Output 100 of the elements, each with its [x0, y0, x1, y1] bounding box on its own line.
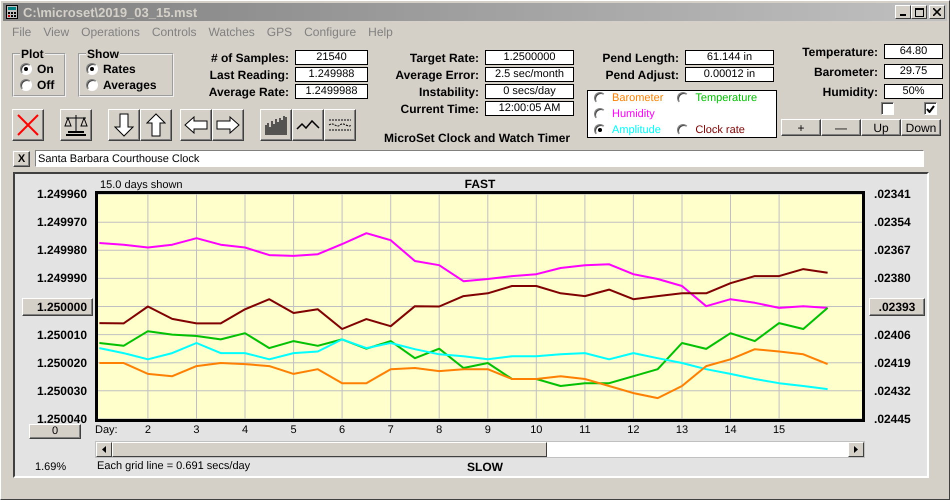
- value-field: 61.144 in: [685, 50, 774, 65]
- axis-tick-label: 2: [144, 424, 151, 436]
- axis-tick-label: 15: [772, 424, 786, 436]
- bar-plot-button[interactable]: [260, 109, 292, 141]
- value-field: 12:00:05 AM: [485, 101, 574, 116]
- radio-label[interactable]: Clock rate: [695, 124, 745, 136]
- value-field: 1.249988: [295, 67, 368, 82]
- field-label: Pend Length:: [601, 50, 679, 64]
- down-arrow-icon: [114, 113, 134, 137]
- bar-chart-icon: [265, 115, 287, 135]
- value-field: 1.2499988: [295, 84, 368, 99]
- group-title: Show: [86, 47, 120, 61]
- value-field: 2.5 sec/month: [485, 67, 574, 82]
- left-arrow-icon: [184, 116, 208, 134]
- axis-tick-label: 4: [242, 424, 248, 436]
- app-caption: MicroSet Clock and Watch Timer: [384, 131, 572, 145]
- field-label: Target Rate:: [408, 50, 479, 64]
- wavy-lines-icon: [328, 118, 352, 132]
- axis-tick-label: .02445: [874, 410, 911, 428]
- value-field: 0.00012 in: [685, 67, 774, 82]
- scroll-right-button[interactable]: [848, 442, 864, 457]
- field-label: Average Error:: [394, 68, 479, 82]
- axis-tick-label: 1.249960: [36, 186, 87, 204]
- slow-label: SLOW: [467, 460, 503, 474]
- axis-tick-label: 14: [724, 424, 737, 436]
- axis-tick-label: .02406: [874, 326, 911, 344]
- radio-button[interactable]: [20, 63, 32, 75]
- close-icon: [933, 8, 941, 16]
- clock-name-field[interactable]: Santa Barbara Courthouse Clock: [35, 150, 924, 167]
- adjust-button[interactable]: —: [821, 119, 861, 136]
- right-arrow-icon: [216, 116, 240, 134]
- field-label: Temperature:: [801, 44, 878, 58]
- field-label: Last Reading:: [208, 68, 289, 82]
- line-plot-button[interactable]: [292, 109, 324, 141]
- axis-tick-label: 7: [388, 424, 394, 436]
- radio-button[interactable]: [86, 63, 98, 75]
- delete-button[interactable]: [12, 109, 44, 141]
- axis-title: Day:: [95, 424, 118, 436]
- axis-tick-label: .02354: [874, 214, 911, 232]
- adjust-button[interactable]: Down: [901, 119, 941, 136]
- axis-tick-label: .02380: [874, 270, 911, 288]
- axis-tick-label: 1.250020: [36, 354, 87, 372]
- axis-tick-label: 12: [627, 424, 640, 436]
- maximize-button[interactable]: [911, 5, 927, 19]
- radio-label[interactable]: Off: [37, 78, 54, 92]
- axis-tick-label: 13: [676, 424, 688, 436]
- x-mark-icon: [16, 113, 40, 137]
- percent-label: 1.69%: [34, 461, 68, 473]
- minimize-button[interactable]: [895, 5, 911, 19]
- value-field: 1.2500000: [485, 50, 574, 65]
- field-label: # of Samples:: [210, 50, 289, 64]
- radio-button[interactable]: [594, 124, 606, 136]
- reference-button[interactable]: .02393: [869, 298, 925, 316]
- axis-tick-label: 1.250030: [36, 382, 87, 400]
- up-button[interactable]: [140, 109, 172, 141]
- smooth-plot-button[interactable]: [324, 109, 356, 141]
- radio-button[interactable]: [20, 79, 32, 91]
- adjust-button[interactable]: Up: [861, 119, 901, 136]
- axis-tick-label: .02432: [874, 382, 911, 400]
- axis-tick-label: 1.250010: [36, 326, 87, 344]
- adjust-button[interactable]: +: [781, 119, 821, 136]
- balance-scale-icon: [63, 113, 89, 137]
- value-field: 50%: [884, 84, 943, 99]
- field-label: Barometer:: [812, 64, 878, 78]
- reference-button[interactable]: 1.250000: [22, 298, 93, 316]
- field-label: Pend Adjust:: [604, 68, 679, 82]
- calculator-icon: [6, 5, 18, 19]
- days-shown-label: 15.0 days shown: [100, 179, 183, 191]
- radio-label[interactable]: On: [37, 62, 54, 76]
- radio-button[interactable]: [86, 79, 98, 91]
- axis-tick-label: 8: [436, 424, 442, 436]
- checkbox[interactable]: [881, 102, 894, 115]
- zero-button[interactable]: 0: [29, 424, 81, 438]
- group-title: Plot: [20, 47, 45, 61]
- radio-label[interactable]: Averages: [103, 78, 157, 92]
- left-triangle-icon: [102, 446, 106, 453]
- clear-button[interactable]: X: [13, 150, 30, 166]
- axis-tick-label: 9: [484, 424, 491, 436]
- axis-tick-label: 6: [339, 424, 346, 436]
- radio-button[interactable]: [677, 124, 690, 136]
- right-button[interactable]: [212, 109, 244, 141]
- window-title: C:\microset\2019_03_15.mst: [23, 4, 198, 20]
- axis-tick-label: 1.249970: [36, 214, 87, 232]
- scroll-left-button[interactable]: [96, 442, 112, 457]
- down-button[interactable]: [108, 109, 140, 141]
- minimize-icon: [900, 14, 906, 16]
- fast-label: FAST: [464, 177, 496, 191]
- axis-tick-label: 5: [290, 424, 297, 436]
- axis-tick-label: 11: [579, 424, 591, 436]
- left-button[interactable]: [180, 109, 212, 141]
- axis-tick-label: 10: [530, 424, 542, 436]
- axis-tick-label: .02341: [874, 186, 911, 204]
- radio-label[interactable]: Rates: [103, 62, 136, 76]
- value-field: 29.75: [884, 64, 943, 79]
- field-label: Humidity:: [822, 84, 878, 98]
- checkbox[interactable]: [924, 102, 937, 115]
- close-button[interactable]: [929, 5, 945, 19]
- scroll-thumb[interactable]: [112, 442, 547, 457]
- scrollbar[interactable]: [95, 441, 865, 458]
- balance-button[interactable]: [60, 109, 92, 141]
